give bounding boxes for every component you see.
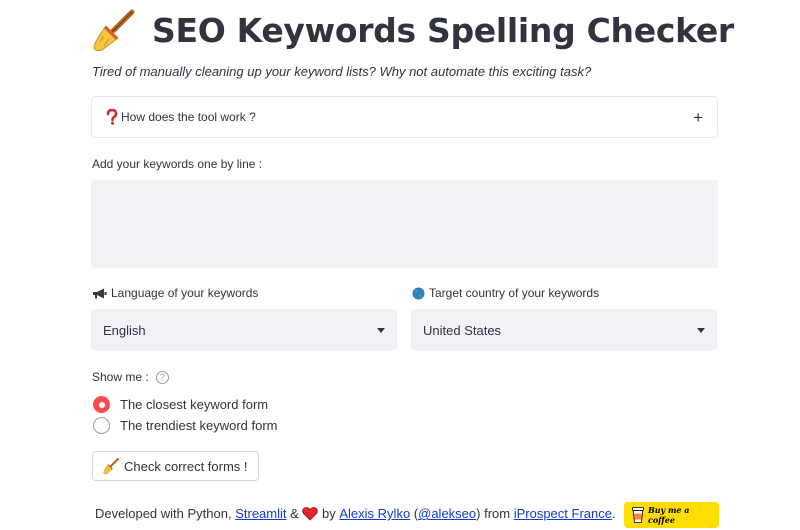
author-link[interactable]: Alexis Rylko	[339, 506, 410, 521]
heart-icon	[302, 506, 319, 521]
coffee-cup-icon	[632, 507, 644, 523]
show-me-label-text: Show me :	[92, 370, 149, 384]
expander-label: How does the tool work ?	[121, 110, 256, 124]
show-me-label: Show me : ?	[92, 370, 169, 384]
language-label: Language of your keywords	[92, 286, 258, 300]
country-label-text: Target country of your keywords	[429, 286, 600, 300]
streamlit-link[interactable]: Streamlit	[235, 506, 286, 521]
radio-button[interactable]	[93, 417, 110, 434]
footer-and: &	[286, 506, 303, 521]
broom-icon	[103, 458, 119, 474]
footer-from: ) from	[476, 506, 514, 521]
radio-closest-form[interactable]: The closest keyword form	[93, 396, 268, 413]
radio-label: The closest keyword form	[120, 397, 269, 412]
help-icon[interactable]: ?	[155, 370, 169, 384]
coffee-button-label: Buy me a coffee	[647, 505, 690, 525]
chevron-down-icon	[697, 327, 705, 333]
radio-trendiest-form[interactable]: The trendiest keyword form	[93, 417, 278, 434]
radio-label: The trendiest keyword form	[120, 418, 278, 433]
check-correct-forms-button[interactable]: Check correct forms !	[92, 451, 259, 481]
language-label-text: Language of your keywords	[111, 286, 259, 300]
buy-me-a-coffee-button[interactable]: Buy me a coffee	[624, 502, 719, 528]
footer-paren-open: (	[410, 506, 419, 521]
country-selected-value: United States	[423, 322, 502, 338]
company-link[interactable]: iProspect France	[514, 506, 612, 521]
twitter-handle-link[interactable]: @alekseo	[418, 506, 476, 521]
radio-button-checked[interactable]	[93, 396, 110, 413]
country-label: Target country of your keywords	[412, 286, 599, 300]
page-title: SEO Keywords Spelling Checker	[152, 10, 734, 50]
footer-prefix: Developed with Python,	[95, 506, 236, 521]
footer: Developed with Python, Streamlit & by Al…	[95, 506, 616, 521]
page-subtitle: Tired of manually cleaning up your keywo…	[92, 64, 592, 79]
broom-icon	[93, 9, 135, 52]
language-select[interactable]: English	[91, 309, 397, 351]
keywords-textarea[interactable]	[91, 180, 718, 268]
megaphone-icon	[93, 288, 107, 298]
language-selected-value: English	[103, 322, 146, 338]
country-select[interactable]: United States	[411, 309, 717, 351]
how-it-works-expander[interactable]: How does the tool work ? +	[91, 96, 718, 138]
globe-icon	[412, 287, 425, 299]
keywords-input-label: Add your keywords one by line :	[92, 157, 263, 171]
chevron-down-icon	[377, 327, 385, 333]
footer-by: by	[318, 506, 340, 521]
expand-plus-icon[interactable]: +	[693, 109, 703, 126]
footer-suffix: .	[611, 506, 616, 521]
check-button-label: Check correct forms !	[124, 458, 248, 474]
title-row: SEO Keywords Spelling Checker	[92, 8, 734, 52]
question-mark-icon	[106, 109, 118, 125]
